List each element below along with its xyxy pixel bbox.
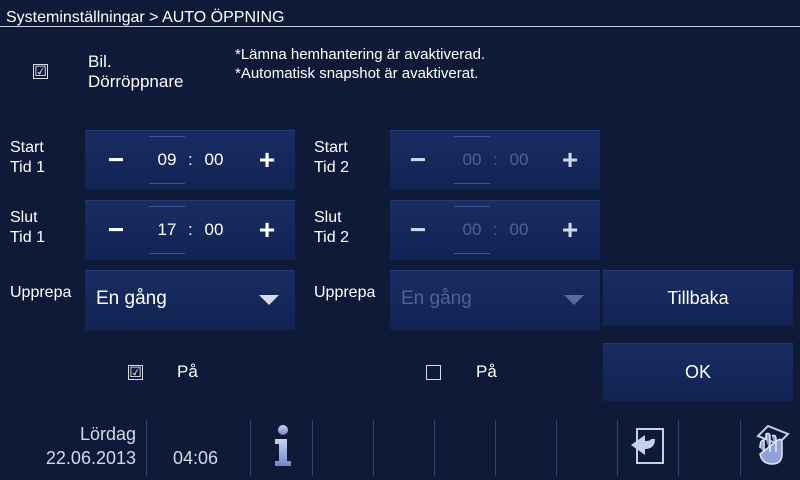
footer-divider [312,420,313,476]
schedule-1-on-label: På [177,362,198,381]
return-icon[interactable] [627,425,667,467]
footer-divider [740,420,741,476]
hour-bottom-line [454,183,490,184]
end-time-1-minus-button[interactable]: − [94,200,138,260]
hour-bottom-line [149,183,185,184]
car-opener-label-line2: Dörröppnare [88,72,184,91]
time-colon: : [493,150,498,169]
start-time-2-plus-button[interactable]: + [548,130,592,190]
end-label-line1: Slut [314,209,342,226]
end-time-2-hour[interactable]: 00 [454,210,490,250]
start-time-1-stepper: − 09 : 00 + [85,130,295,190]
footer-divider [678,420,679,476]
back-button[interactable]: Tillbaka [603,270,793,326]
repeat-1-value: En gång [96,288,167,309]
title-divider [0,26,800,27]
repeat-2-label: Upprepa [314,284,376,301]
info-icon[interactable] [268,424,298,468]
end-label-line1: Slut [10,209,38,226]
footer-divider [146,420,147,476]
start-time-2-stepper: − 00 : 00 + [390,130,600,190]
hour-bottom-line [454,253,490,254]
dropdown-arrow-icon [259,295,279,305]
ok-button[interactable]: OK [603,343,793,401]
hour-bottom-line [149,253,185,254]
repeat-1-dropdown[interactable]: En gång [85,270,295,330]
end-time-2-plus-button[interactable]: + [548,200,592,260]
note-home-handling: *Lämna hemhantering är avaktiverad. [235,46,486,63]
start-time-1-minus-button[interactable]: − [94,130,138,190]
schedule-2-on-label: På [476,362,497,381]
start-time-2-hour[interactable]: 00 [454,140,490,180]
time-colon: : [493,220,498,239]
hour-top-line [454,136,490,137]
end-time-1-minute[interactable]: 00 [196,210,232,250]
weekday-text: Lördag [79,424,136,444]
schedule-2-on-checkbox[interactable] [426,365,441,380]
checkmark-icon: ☑ [34,63,47,79]
info-notes: *Lämna hemhantering är avaktiverad. *Aut… [235,45,485,83]
end-time-2-minute[interactable]: 00 [501,210,537,250]
end-time-1-hour[interactable]: 17 [149,210,185,250]
start-time-1-plus-button[interactable]: + [245,130,289,190]
start-time-2-label: Start Tid 2 [314,138,349,178]
date-text: 22.06.2013 [45,448,136,468]
date-display: Lördag 22.06.2013 [0,422,136,470]
footer-divider [617,420,618,476]
footer-divider [434,420,435,476]
time-colon: : [188,150,193,169]
start-time-1-minute[interactable]: 00 [196,140,232,180]
repeat-2-dropdown[interactable]: En gång [390,270,600,330]
repeat-1-label: Upprepa [10,284,72,301]
start-label-line1: Start [10,139,44,156]
end-time-1-stepper: − 17 : 00 + [85,200,295,260]
hour-top-line [149,206,185,207]
end-time-1-plus-button[interactable]: + [245,200,289,260]
start-time-2-minus-button[interactable]: − [396,130,440,190]
end-label-line2: Tid 2 [314,229,349,246]
start-label-line1: Start [314,139,348,156]
start-label-line2: Tid 1 [10,159,45,176]
clock-text: 04:06 [173,448,219,468]
footer-divider [556,420,557,476]
page-title: Systeminställningar > AUTO ÖPPNING [6,9,285,26]
footer-divider [373,420,374,476]
repeat-2-value: En gång [401,288,472,309]
checkmark-icon: ☑ [129,364,142,380]
footer-divider [495,420,496,476]
hour-top-line [454,206,490,207]
hand-cleaning-icon[interactable] [750,422,794,468]
car-opener-checkbox[interactable]: ☑ [33,64,48,79]
end-time-1-label: Slut Tid 1 [10,208,45,248]
start-time-2-minute[interactable]: 00 [501,140,537,180]
dropdown-arrow-icon [564,295,584,305]
end-time-2-label: Slut Tid 2 [314,208,349,248]
time-colon: : [188,220,193,239]
start-label-line2: Tid 2 [314,159,349,176]
end-label-line2: Tid 1 [10,229,45,246]
note-auto-snapshot: *Automatisk snapshot är avaktiverat. [235,65,479,82]
start-time-1-hour[interactable]: 09 [149,140,185,180]
car-opener-label: Bil. Dörröppnare [88,52,183,92]
start-time-1-label: Start Tid 1 [10,138,45,178]
end-time-2-stepper: − 00 : 00 + [390,200,600,260]
car-opener-label-line1: Bil. [88,52,112,71]
footer-divider [250,420,251,476]
end-time-2-minus-button[interactable]: − [396,200,440,260]
hour-top-line [149,136,185,137]
schedule-1-on-checkbox[interactable]: ☑ [128,365,143,380]
